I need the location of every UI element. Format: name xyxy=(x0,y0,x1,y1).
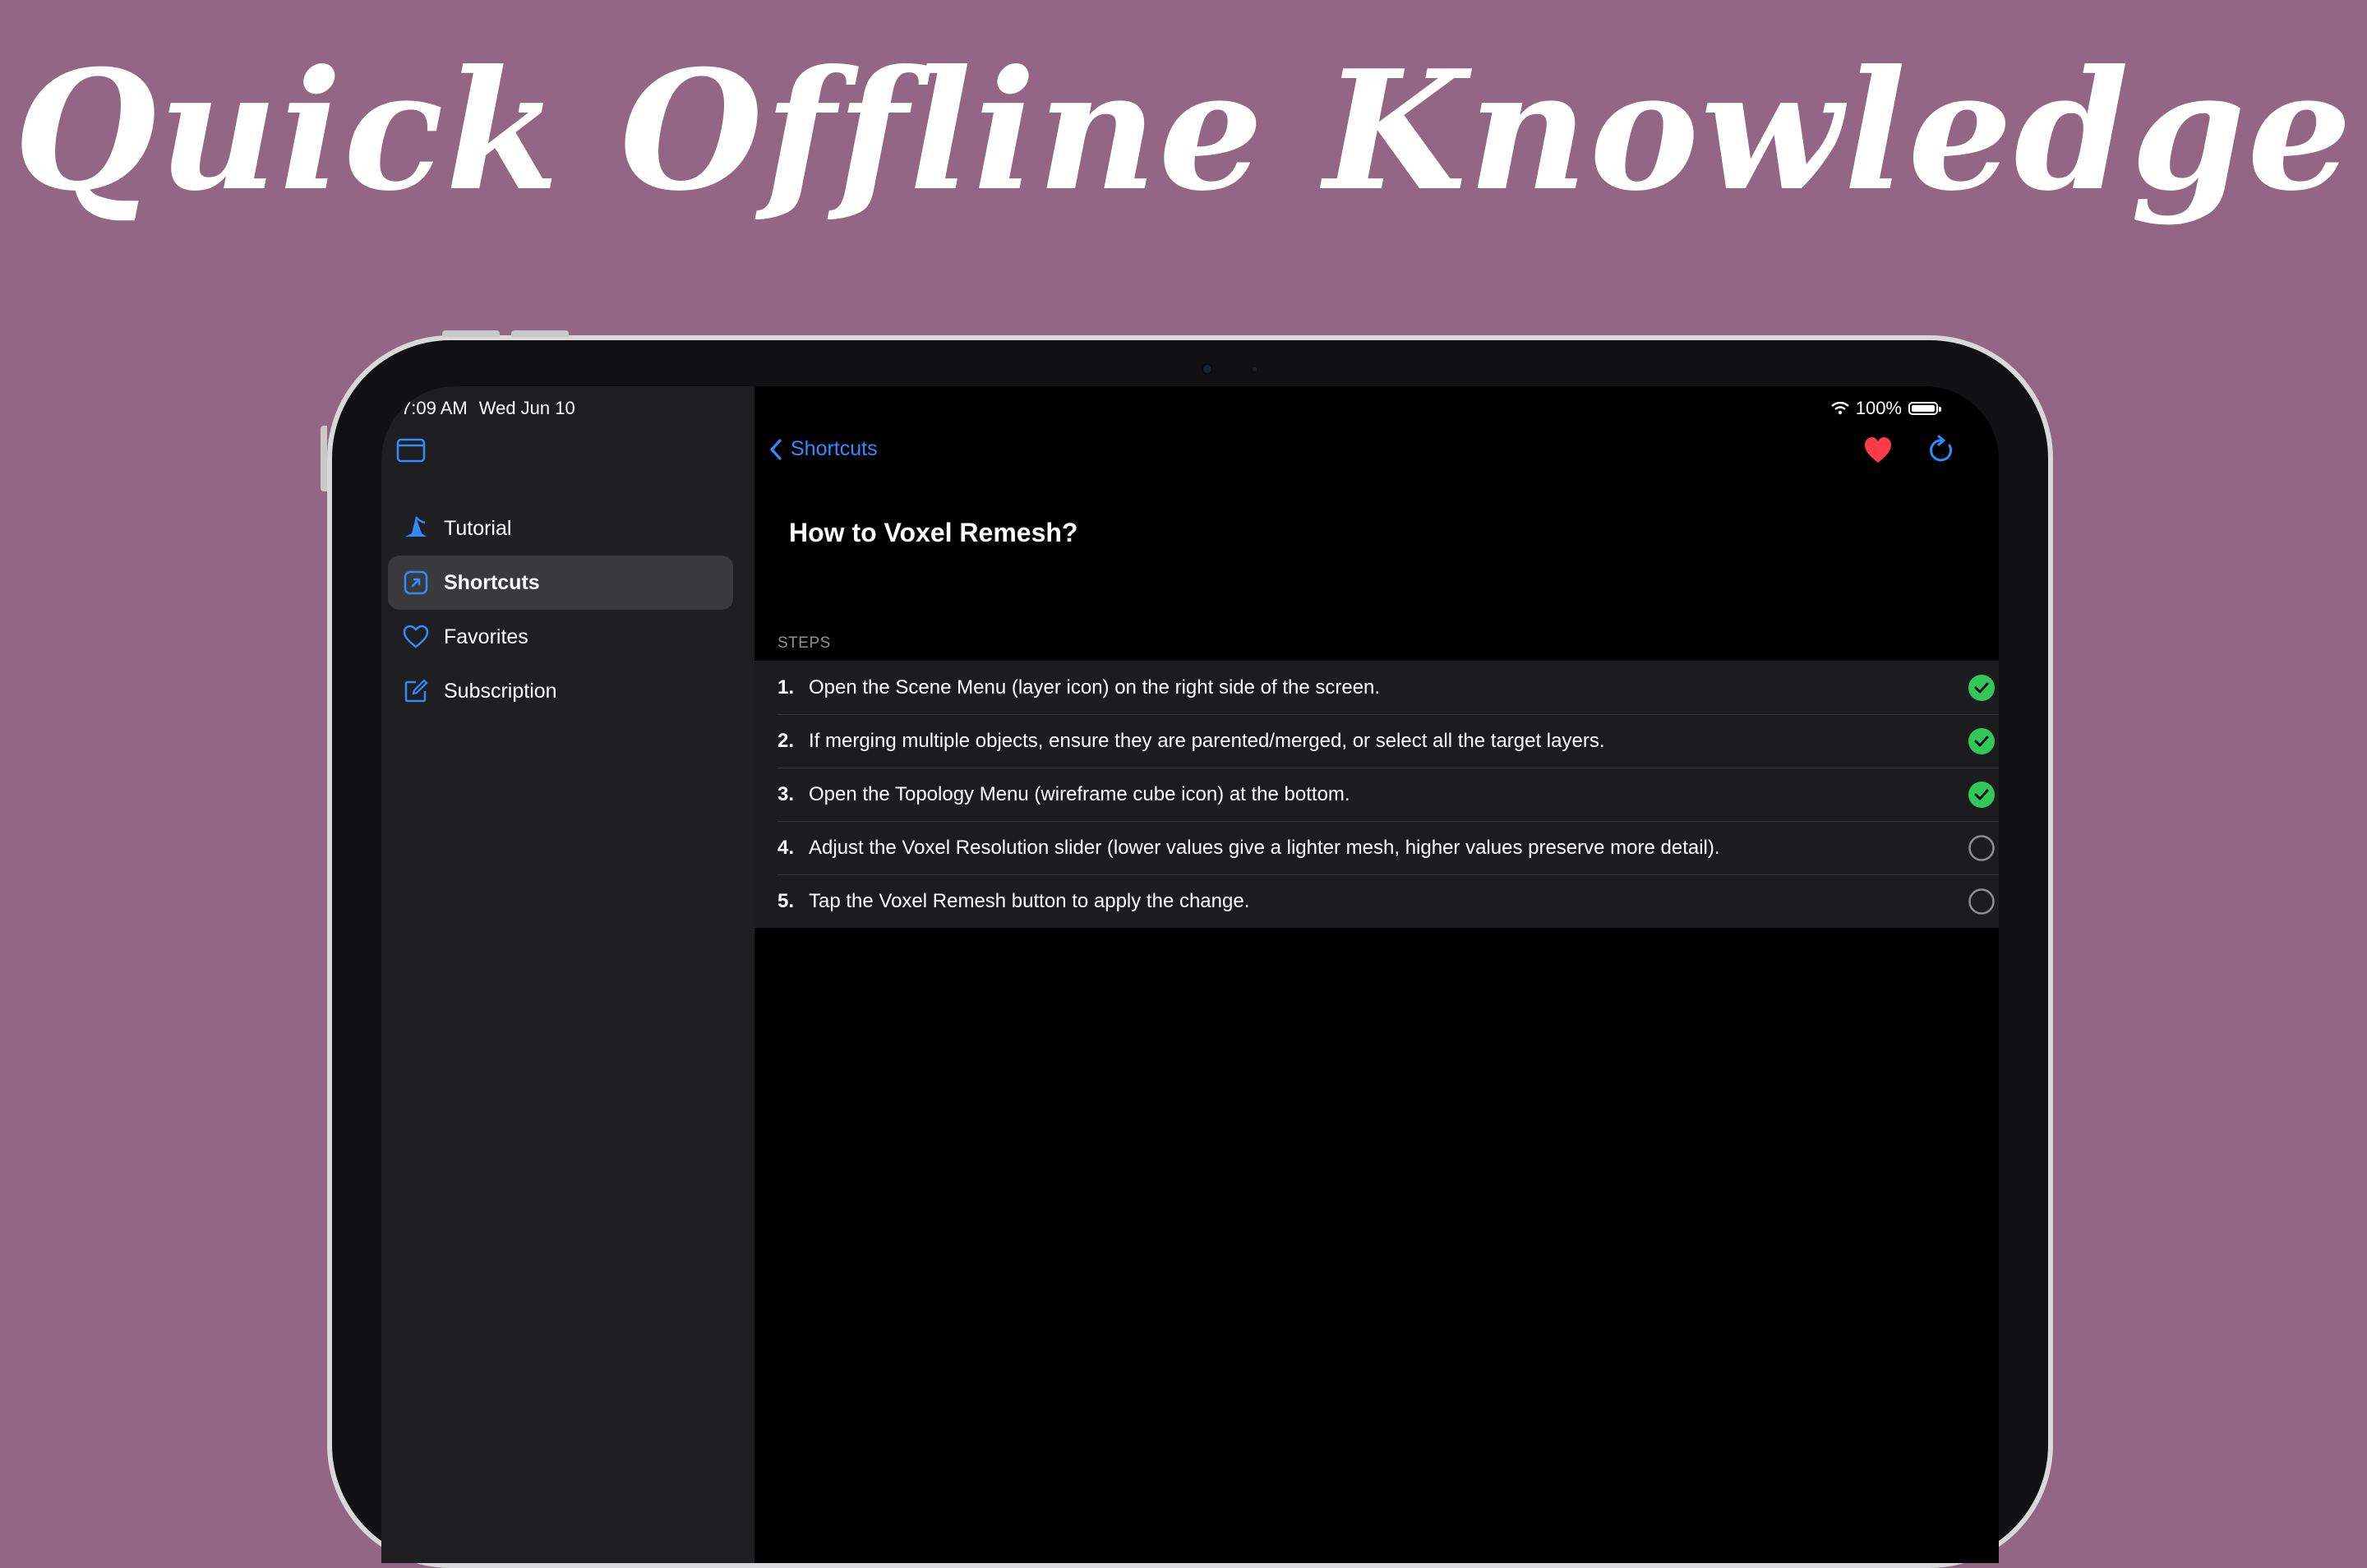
step-number: 1. xyxy=(777,676,795,699)
detail-pane: 100% Shortcuts How to Voxel Remesh? STEP… xyxy=(754,386,1999,1563)
sidebar-item-label: Shortcuts xyxy=(444,570,540,594)
checkmark-circle-icon[interactable] xyxy=(1968,674,1996,702)
step-row[interactable]: 3. Open the Topology Menu (wireframe cub… xyxy=(754,768,1999,821)
battery-icon xyxy=(1908,402,1941,415)
page-title: How to Voxel Remesh? xyxy=(789,518,1078,547)
sidebar-item-label: Favorites xyxy=(444,625,528,648)
sidebar-item-label: Subscription xyxy=(444,679,557,703)
sidebar-toggle-icon[interactable] xyxy=(396,437,426,463)
sidebar-item-label: Tutorial xyxy=(444,516,512,540)
step-number: 3. xyxy=(777,782,795,805)
heart-outline-icon xyxy=(401,622,431,652)
back-button[interactable]: Shortcuts xyxy=(769,437,878,461)
chevron-left-icon xyxy=(770,438,782,460)
square-pencil-icon xyxy=(401,676,431,706)
volume-button xyxy=(321,426,327,491)
step-text: Tap the Voxel Remesh button to apply the… xyxy=(809,889,1250,912)
arrow-up-right-square-icon xyxy=(401,568,431,597)
step-number: 4. xyxy=(777,836,795,859)
step-text: If merging multiple objects, ensure they… xyxy=(809,729,1605,752)
tablet-frame: 7:09 AM Wed Jun 10 Tutorial Shortcuts Fa… xyxy=(321,330,2053,1568)
sidebar: 7:09 AM Wed Jun 10 Tutorial Shortcuts Fa… xyxy=(381,386,754,1563)
status-date: Wed Jun 10 xyxy=(478,398,575,418)
top-button-2 xyxy=(511,330,569,337)
wizard-hat-icon xyxy=(401,514,431,543)
status-time-date: 7:09 AM Wed Jun 10 xyxy=(401,398,587,419)
step-row[interactable]: 4. Adjust the Voxel Resolution slider (l… xyxy=(754,821,1999,874)
step-number: 2. xyxy=(777,729,795,752)
status-indicators: 100% xyxy=(1830,398,1941,419)
steps-list: 1. Open the Scene Menu (layer icon) on t… xyxy=(754,661,1999,928)
back-button-label: Shortcuts xyxy=(791,437,878,460)
app-screen: 7:09 AM Wed Jun 10 Tutorial Shortcuts Fa… xyxy=(381,386,1999,1563)
checkmark-circle-icon[interactable] xyxy=(1968,781,1996,809)
sidebar-item-tutorial[interactable]: Tutorial xyxy=(388,501,733,556)
favorite-heart-icon[interactable] xyxy=(1862,436,1894,465)
front-camera xyxy=(1137,363,1285,376)
sidebar-nav: Tutorial Shortcuts Favorites Subscriptio… xyxy=(388,501,733,718)
step-text: Adjust the Voxel Resolution slider (lowe… xyxy=(809,836,1720,859)
step-text: Open the Scene Menu (layer icon) on the … xyxy=(809,676,1381,699)
checkmark-circle-icon[interactable] xyxy=(1968,727,1996,755)
wifi-icon xyxy=(1830,402,1849,415)
step-row[interactable]: 1. Open the Scene Menu (layer icon) on t… xyxy=(754,661,1999,714)
step-row[interactable]: 5. Tap the Voxel Remesh button to apply … xyxy=(754,874,1999,928)
step-row[interactable]: 2. If merging multiple objects, ensure t… xyxy=(754,714,1999,768)
battery-percent: 100% xyxy=(1855,398,1902,418)
sidebar-item-subscription[interactable]: Subscription xyxy=(388,664,733,718)
sidebar-item-favorites[interactable]: Favorites xyxy=(388,610,733,664)
empty-circle-icon[interactable] xyxy=(1968,834,1996,862)
status-time: 7:09 AM xyxy=(401,398,468,418)
empty-circle-icon[interactable] xyxy=(1968,888,1996,915)
promo-headline: Quick Offline Knowledge xyxy=(13,35,2354,228)
top-button xyxy=(442,330,500,337)
step-text: Open the Topology Menu (wireframe cube i… xyxy=(809,782,1350,805)
sidebar-item-shortcuts[interactable]: Shortcuts xyxy=(388,556,733,610)
step-number: 5. xyxy=(777,889,795,912)
refresh-icon[interactable] xyxy=(1926,434,1958,467)
steps-section-label: STEPS xyxy=(777,634,831,652)
